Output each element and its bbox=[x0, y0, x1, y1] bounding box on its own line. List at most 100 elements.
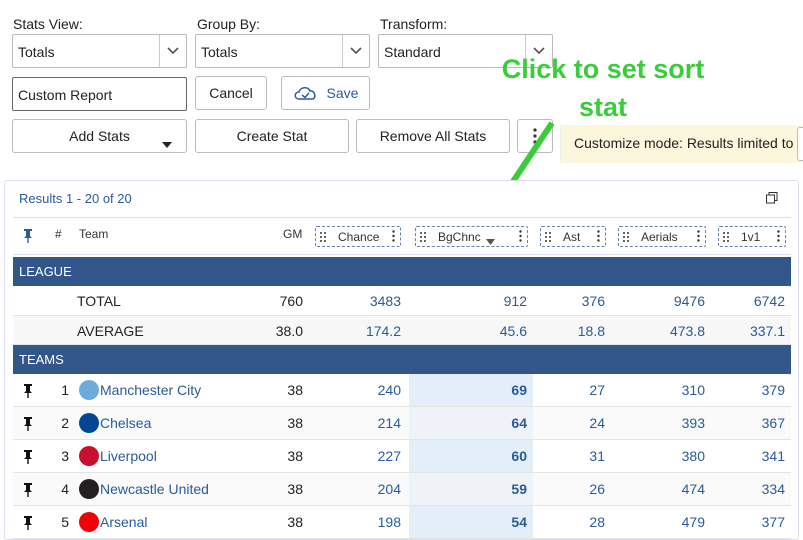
bgchnc-value: 60 bbox=[511, 448, 527, 464]
rank-value: 4 bbox=[61, 481, 69, 497]
chance-value: 240 bbox=[377, 382, 401, 398]
pin-icon[interactable] bbox=[23, 482, 33, 501]
team-name-link[interactable]: Newcastle United bbox=[100, 481, 209, 497]
chance-value: 227 bbox=[377, 448, 401, 464]
table-row[interactable]: 4 Newcastle United 38 204 59 26 474 334 bbox=[13, 473, 791, 506]
team-crest-icon bbox=[79, 446, 99, 466]
1v1-value: 334 bbox=[761, 481, 785, 497]
1v1-value: 367 bbox=[761, 415, 785, 431]
ast-value: 18.8 bbox=[577, 323, 605, 339]
bgchnc-value: 912 bbox=[503, 293, 527, 309]
team-crest-icon bbox=[79, 380, 99, 400]
chance-value: 174.2 bbox=[365, 323, 401, 339]
1v1-value: 379 bbox=[761, 382, 785, 398]
gm-value: 760 bbox=[279, 293, 303, 309]
team-name-link[interactable]: Chelsea bbox=[100, 415, 151, 431]
team-crest-icon bbox=[79, 479, 99, 499]
aerials-value: 479 bbox=[681, 514, 705, 530]
team-name-link[interactable]: Manchester City bbox=[100, 382, 201, 398]
team-column-header[interactable]: Team bbox=[79, 227, 108, 247]
aerials-header-label: Aerials bbox=[641, 230, 678, 244]
pin-icon[interactable] bbox=[23, 416, 33, 435]
ast-header-label: Ast bbox=[563, 230, 581, 244]
chance-header-label: Chance bbox=[338, 230, 380, 244]
1v1-value: 6742 bbox=[753, 293, 785, 309]
drag-handle-icon[interactable] bbox=[420, 231, 426, 245]
1v1-header-label: 1v1 bbox=[741, 230, 761, 244]
rank-column-header[interactable]: # bbox=[55, 227, 62, 247]
1v1-value: 377 bbox=[761, 514, 785, 530]
drag-handle-icon[interactable] bbox=[723, 231, 729, 245]
gm-value: 38 bbox=[287, 382, 303, 398]
ast-value: 28 bbox=[589, 514, 605, 530]
table-header: # Team GM Chance BgChnc Ast Aerials 1v1 bbox=[13, 217, 791, 255]
chance-value: 198 bbox=[377, 514, 401, 530]
1v1-value: 341 bbox=[761, 448, 785, 464]
kebab-icon[interactable] bbox=[392, 230, 395, 245]
kebab-icon[interactable] bbox=[777, 230, 780, 245]
teams-section-header: TEAMS bbox=[13, 345, 791, 374]
rank-value: 2 bbox=[61, 415, 69, 431]
ast-value: 376 bbox=[581, 293, 605, 309]
chance-value: 214 bbox=[377, 415, 401, 431]
league-section-header: LEAGUE bbox=[13, 257, 791, 286]
ast-column-header[interactable]: Ast bbox=[540, 226, 606, 247]
chance-column-header[interactable]: Chance bbox=[315, 226, 401, 247]
drag-handle-icon[interactable] bbox=[623, 231, 629, 245]
league-row-name: AVERAGE bbox=[77, 323, 144, 339]
kebab-icon[interactable] bbox=[697, 230, 700, 245]
pin-icon[interactable] bbox=[23, 383, 33, 402]
pin-column-icon bbox=[23, 228, 33, 248]
gm-value: 38 bbox=[287, 415, 303, 431]
aerials-column-header[interactable]: Aerials bbox=[618, 226, 706, 247]
table-row[interactable]: 3 Liverpool 38 227 60 31 380 341 bbox=[13, 440, 791, 473]
results-panel: Results 1 - 20 of 20 # Team GM Chance Bg… bbox=[4, 180, 799, 540]
bgchnc-value: 45.6 bbox=[499, 323, 527, 339]
toolbar: Stats View: Totals Group By: Totals Tran… bbox=[0, 0, 803, 210]
league-row: TOTAL 760 3483 912 376 9476 6742 bbox=[13, 286, 791, 316]
1v1-column-header[interactable]: 1v1 bbox=[718, 226, 786, 247]
gm-value: 38 bbox=[287, 481, 303, 497]
drag-handle-icon[interactable] bbox=[320, 231, 326, 245]
ast-value: 24 bbox=[589, 415, 605, 431]
bgchnc-value: 69 bbox=[511, 382, 527, 398]
table-row[interactable]: 1 Manchester City 38 240 69 27 310 379 bbox=[13, 374, 791, 407]
gm-value: 38 bbox=[287, 514, 303, 530]
aerials-value: 9476 bbox=[673, 293, 705, 309]
bgchnc-value: 64 bbox=[511, 415, 527, 431]
pin-icon[interactable] bbox=[23, 449, 33, 468]
bgchnc-header-label: BgChnc bbox=[438, 230, 481, 244]
1v1-value: 337.1 bbox=[749, 323, 785, 339]
gm-value: 38.0 bbox=[275, 323, 303, 339]
drag-handle-icon[interactable] bbox=[545, 231, 551, 245]
table-row[interactable]: 2 Chelsea 38 214 64 24 393 367 bbox=[13, 407, 791, 440]
aerials-value: 473.8 bbox=[669, 323, 705, 339]
team-name-link[interactable]: Liverpool bbox=[100, 448, 157, 464]
ast-value: 31 bbox=[589, 448, 605, 464]
gm-column-header[interactable]: GM bbox=[283, 227, 302, 247]
team-crest-icon bbox=[79, 512, 99, 532]
ast-value: 26 bbox=[589, 481, 605, 497]
team-crest-icon bbox=[79, 413, 99, 433]
chance-value: 3483 bbox=[369, 293, 401, 309]
kebab-icon[interactable] bbox=[519, 230, 522, 245]
rank-value: 1 bbox=[61, 382, 69, 398]
bgchnc-column-header[interactable]: BgChnc bbox=[415, 226, 528, 247]
copy-icon[interactable] bbox=[766, 191, 778, 209]
league-row: AVERAGE 38.0 174.2 45.6 18.8 473.8 337.1 bbox=[13, 316, 791, 345]
gm-value: 38 bbox=[287, 448, 303, 464]
kebab-icon[interactable] bbox=[597, 230, 600, 245]
table-row[interactable]: 5 Arsenal 38 198 54 28 479 377 bbox=[13, 506, 791, 539]
aerials-value: 310 bbox=[681, 382, 705, 398]
bgchnc-value: 59 bbox=[511, 481, 527, 497]
pin-icon[interactable] bbox=[23, 515, 33, 534]
aerials-value: 393 bbox=[681, 415, 705, 431]
rank-value: 3 bbox=[61, 448, 69, 464]
results-summary: Results 1 - 20 of 20 bbox=[19, 191, 132, 206]
sort-desc-icon bbox=[486, 234, 495, 248]
bgchnc-value: 54 bbox=[511, 514, 527, 530]
aerials-value: 380 bbox=[681, 448, 705, 464]
ast-value: 27 bbox=[589, 382, 605, 398]
team-name-link[interactable]: Arsenal bbox=[100, 514, 147, 530]
aerials-value: 474 bbox=[681, 481, 705, 497]
